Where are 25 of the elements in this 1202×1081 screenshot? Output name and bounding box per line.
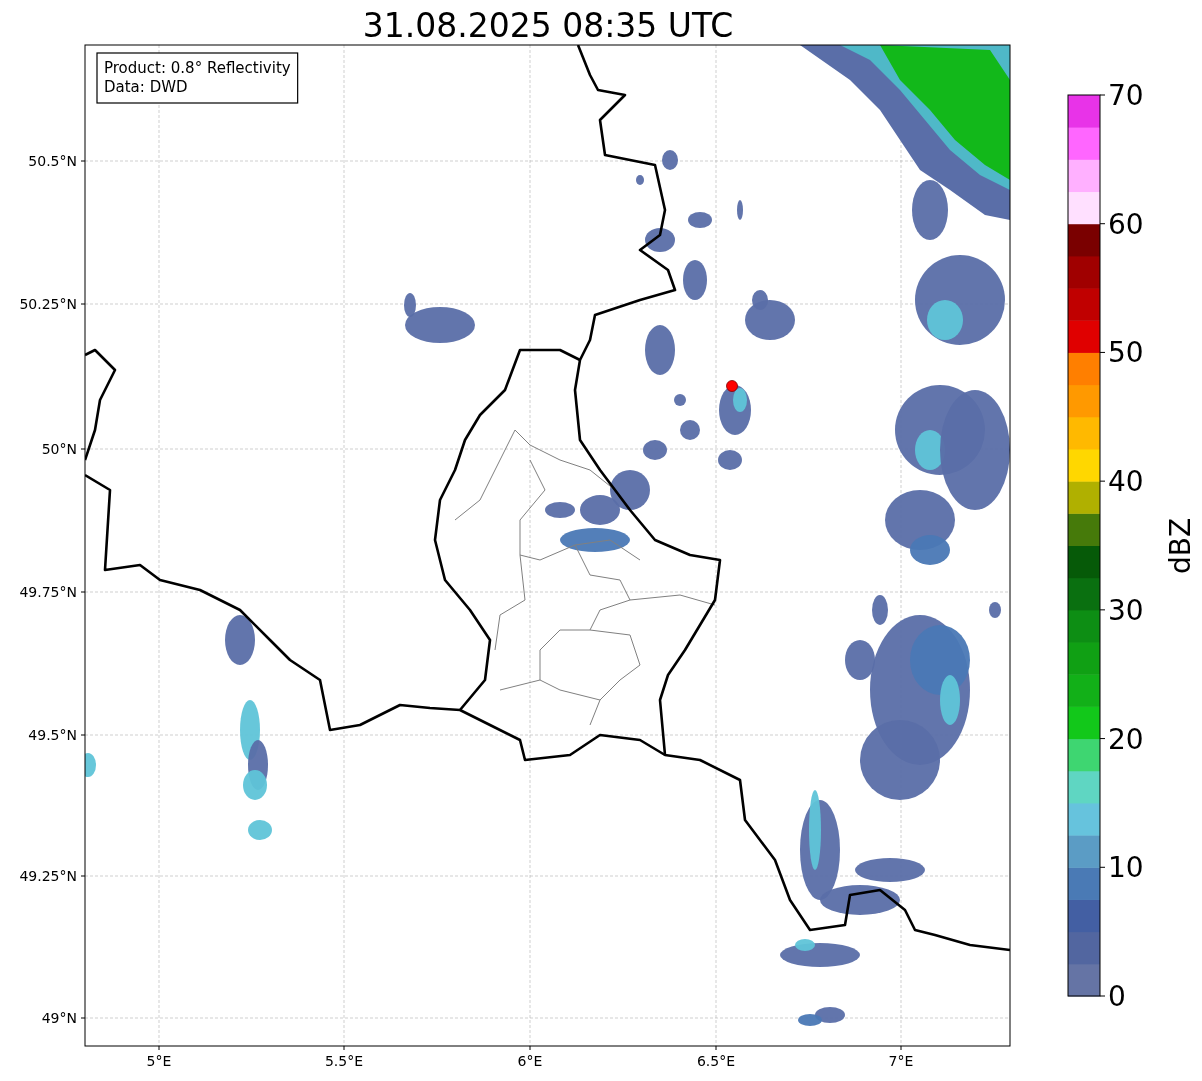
colorbar-tick-label: 10 — [1108, 851, 1144, 885]
colorbar-tick-label: 40 — [1108, 465, 1144, 499]
colorbar-tick-label: 60 — [1108, 207, 1144, 241]
info-text: Data: DWD — [104, 78, 188, 96]
longitude-label: 6°E — [517, 1053, 543, 1069]
longitude-label: 5.5°E — [324, 1053, 364, 1069]
latitude-label: 49°N — [41, 1010, 77, 1026]
colorbar-label: dBZ — [1164, 517, 1197, 575]
latitude-label: 49.5°N — [28, 727, 77, 743]
colorbar-tick-label: 30 — [1108, 593, 1144, 627]
longitude-label: 7°E — [888, 1053, 914, 1069]
colorbar-tick-label: 70 — [1108, 79, 1144, 112]
longitude-label: 5°E — [146, 1053, 172, 1069]
chart-title: 31.08.2025 08:35 UTC — [362, 6, 734, 45]
colorbar-tick-label: 50 — [1108, 336, 1144, 370]
latitude-label: 49.25°N — [19, 868, 77, 884]
latitude-label: 50°N — [41, 441, 77, 457]
colorbar-tick-label: 0 — [1108, 980, 1126, 1013]
latitude-label: 50.25°N — [19, 296, 77, 312]
info-text: Product: 0.8° Reflectivity — [104, 59, 291, 77]
longitude-label: 6.5°E — [696, 1053, 736, 1069]
latitude-label: 50.5°N — [28, 153, 77, 169]
colorbar-tick-label: 20 — [1108, 722, 1144, 756]
latitude-label: 49.75°N — [19, 584, 77, 600]
location-marker — [726, 380, 738, 392]
